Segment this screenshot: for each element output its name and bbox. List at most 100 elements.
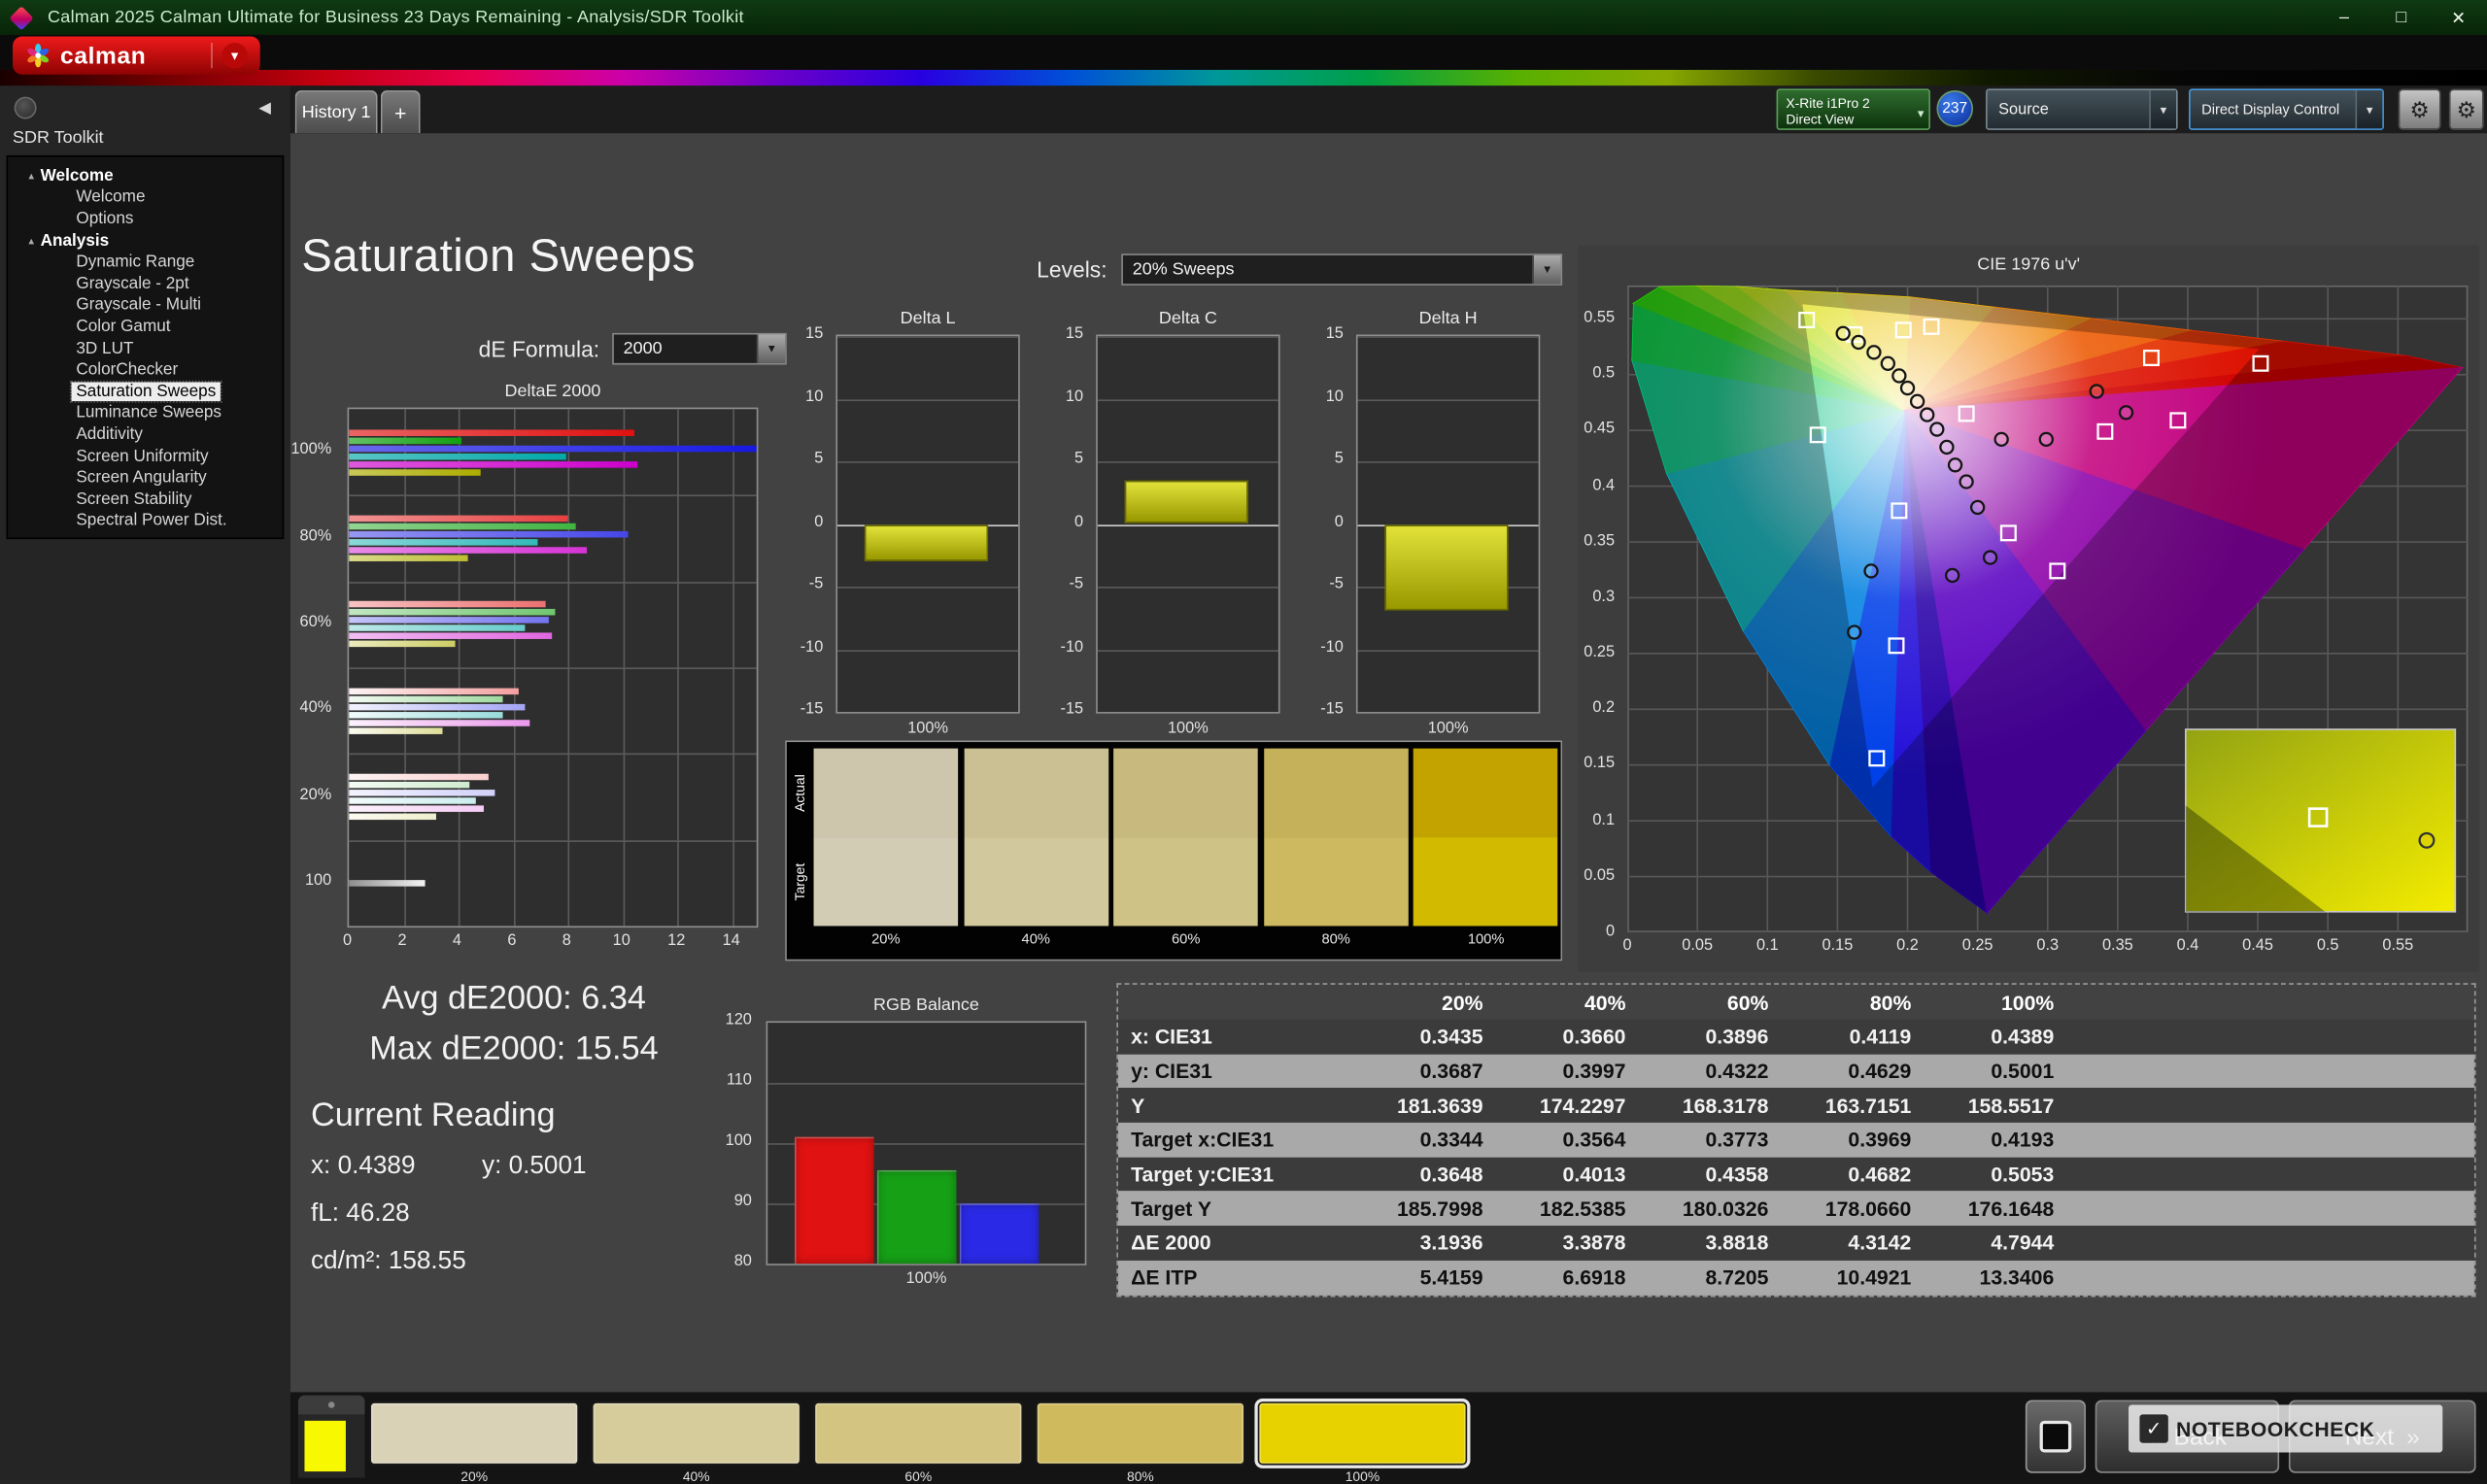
deltae-bar-cyan (349, 797, 475, 804)
cie-x-axis: 0 0.05 0.1 0.15 0.2 0.25 0.3 0.35 0.4 0.45 0.5 0.55 (1623, 936, 2468, 957)
sidebar-item-label: Saturation Sweeps (69, 380, 222, 403)
patch-20[interactable] (369, 1401, 579, 1466)
table-row-x-cie31: x: CIE31 0.3435 0.3660 0.3896 0.4119 0.4389 (1118, 1019, 2474, 1055)
deltae-bar-green (349, 437, 461, 444)
current-patch-tile[interactable] (297, 1395, 365, 1478)
deltae-chart (347, 407, 759, 928)
sidebar-item-grayscale-2pt[interactable]: Grayscale - 2pt (8, 273, 282, 294)
patch-label: 20% (460, 1467, 489, 1484)
sidebar-item-spectral-power-dist[interactable]: Spectral Power Dist. (8, 510, 282, 531)
patch-40[interactable] (591, 1401, 801, 1466)
tree-group-analysis[interactable]: ▴ Analysis (8, 229, 282, 251)
deltae-bar-blue (349, 445, 757, 452)
meter-name: X-Rite i1Pro 2 (1786, 94, 1870, 112)
ytick: -5 (1069, 575, 1084, 593)
deltae-xtick: 2 (397, 931, 407, 950)
sidebar-item-grayscale-multi[interactable]: Grayscale - Multi (8, 294, 282, 316)
tree-group-welcome[interactable]: ▴ Welcome (8, 165, 282, 186)
patch-60[interactable] (813, 1401, 1024, 1466)
swatch-column-40: 40% (963, 748, 1108, 957)
rgb-ytick: 100 (725, 1131, 752, 1150)
sidebar-item-saturation-sweeps[interactable]: Saturation Sweeps (8, 380, 282, 403)
delta-bar (1124, 480, 1248, 524)
chevron-down-icon[interactable] (1532, 254, 1561, 285)
table-corner-cell (1118, 985, 1356, 1020)
de-formula-select[interactable]: 2000 (612, 332, 787, 365)
deltae-x-axis: 0 2 4 6 8 10 12 14 (343, 931, 759, 952)
levels-select[interactable]: 20% Sweeps (1121, 253, 1563, 286)
deltae-bar-white (349, 879, 426, 887)
sidebar-item-options[interactable]: Options (8, 208, 282, 229)
current-cdm2-value: cd/m²: 158.55 (310, 1247, 466, 1275)
add-tab-button[interactable]: + (380, 90, 421, 134)
maximize-button[interactable]: □ (2372, 0, 2430, 35)
cell: 3.1936 (1419, 1231, 1483, 1256)
sidebar-item-dynamic-range[interactable]: Dynamic Range (8, 252, 282, 273)
table-header-row: 20% 40% 60% 80% 100% (1118, 985, 2474, 1020)
chevron-down-icon[interactable] (2149, 90, 2176, 129)
measurement-marker (1899, 380, 1916, 396)
measurement-marker (1920, 407, 1935, 422)
cie-xtick: 0.1 (1755, 936, 1779, 955)
notebookcheck-watermark: NOTEBOOKCHECK (2129, 1404, 2443, 1453)
deltae-xtick: 8 (562, 931, 571, 950)
gridline (1097, 649, 1278, 652)
patch-80[interactable] (1036, 1401, 1245, 1466)
deltae-bar-magenta (349, 460, 637, 468)
meter-dropdown[interactable]: X-Rite i1Pro 2 Direct View (1776, 88, 1930, 130)
y-axis-labels: 15 10 5 0 -5 -10 -15 (1289, 325, 1349, 719)
sidebar-item-luminance-sweeps[interactable]: Luminance Sweeps (8, 402, 282, 423)
tree-expander-icon: ▴ (28, 170, 35, 183)
ytick: -15 (800, 700, 824, 719)
minimize-button[interactable]: – (2316, 0, 2373, 35)
table-row-e-itp: ΔE ITP 5.4159 6.6918 8.7205 10.4921 13.3406 (1118, 1260, 2474, 1296)
gridline (767, 1083, 1085, 1085)
current-xy: x: 0.4389 y: 0.5001 (311, 1153, 587, 1181)
group-divider (349, 667, 757, 669)
tab-history-1[interactable]: History 1 (294, 90, 378, 134)
sidebar-item-additivity[interactable]: Additivity (8, 423, 282, 445)
calman-logo[interactable]: calman (13, 36, 260, 75)
group-divider (349, 494, 757, 497)
sidebar-item-label: Welcome (76, 187, 146, 207)
swatch-label: 60% (1171, 930, 1201, 947)
measurement-marker (1835, 325, 1851, 341)
swatch-actual (1263, 748, 1409, 838)
measurement-marker (1847, 624, 1862, 640)
deltae-xtick: 10 (612, 931, 630, 950)
deltae-bar-blue (349, 790, 494, 796)
sidebar-item-screen-uniformity[interactable]: Screen Uniformity (8, 445, 282, 466)
sidebar-item-screen-stability[interactable]: Screen Stability (8, 489, 282, 510)
source-dropdown[interactable]: Source (1986, 88, 2178, 130)
sidebar-item-colorchecker[interactable]: ColorChecker (8, 359, 282, 381)
meter-count-badge: 237 (1936, 90, 1974, 127)
gridline (1097, 523, 1278, 526)
group-divider (349, 581, 757, 584)
close-button[interactable]: ✕ (2430, 0, 2487, 35)
patch-100[interactable] (1254, 1398, 1471, 1468)
display-control-dropdown[interactable]: Direct Display Control (2189, 88, 2384, 130)
settings-gear-button-secondary[interactable] (2448, 88, 2484, 130)
row-label: y: CIE31 (1131, 1059, 1212, 1084)
sidebar-item-welcome[interactable]: Welcome (8, 186, 282, 208)
ytick: 5 (1074, 450, 1084, 468)
logo-menu-chevron-icon[interactable] (221, 43, 248, 69)
sidebar-collapse-button[interactable] (251, 93, 279, 121)
cie-ytick: 0.35 (1584, 532, 1616, 551)
gridline (1358, 712, 1539, 714)
gridline (1357, 649, 1539, 652)
cie-xtick: 0.35 (2101, 936, 2133, 955)
rgb-ytick: 120 (725, 1011, 752, 1029)
cell: 0.3896 (1705, 1025, 1769, 1049)
pattern-window-button[interactable] (2025, 1400, 2086, 1473)
delta-h-title: Delta H (1418, 309, 1478, 328)
gridline (1357, 461, 1539, 463)
sidebar-item-screen-angularity[interactable]: Screen Angularity (8, 467, 282, 489)
settings-gear-button[interactable] (2398, 88, 2441, 130)
nav-circle-button[interactable] (14, 96, 37, 119)
sidebar-item-color-gamut[interactable]: Color Gamut (8, 316, 282, 337)
de-formula-label: dE Formula: (478, 336, 600, 362)
sidebar-item-3d-lut[interactable]: 3D LUT (8, 337, 282, 358)
chevron-down-icon[interactable] (2355, 90, 2383, 129)
cell: 176.1648 (1967, 1197, 2055, 1221)
